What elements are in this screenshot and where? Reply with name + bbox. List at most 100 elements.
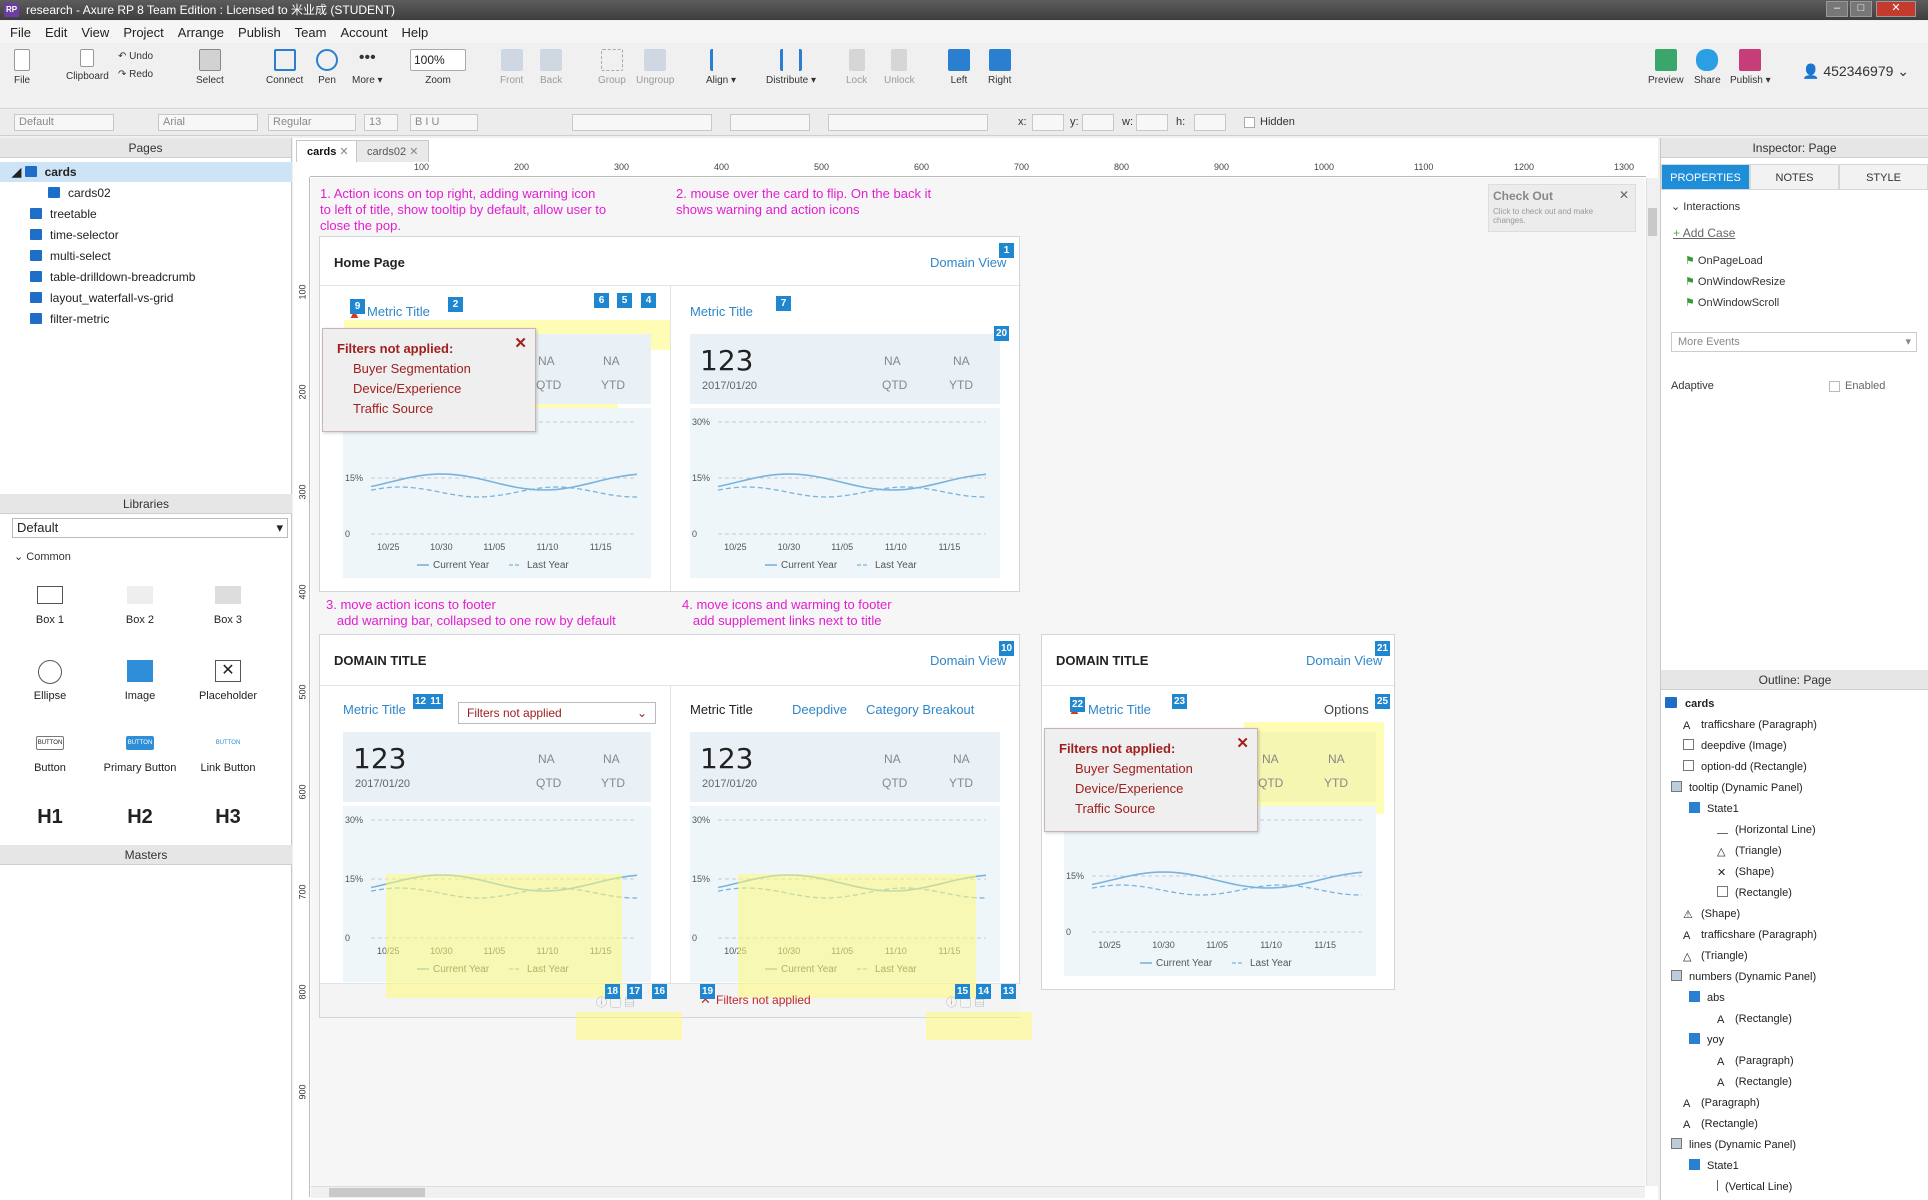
canvas-horizontal-scrollbar[interactable]: [311, 1186, 1645, 1198]
pen-tool[interactable]: Pen: [316, 49, 338, 86]
minimize-button[interactable]: –: [1826, 1, 1848, 17]
tab-properties[interactable]: PROPERTIES: [1661, 164, 1750, 190]
user-account[interactable]: 👤 452346979 ⌄: [1802, 63, 1909, 80]
x-input[interactable]: [1032, 114, 1064, 131]
close-icon[interactable]: ✕: [339, 146, 348, 158]
annotation-badge[interactable]: 23: [1172, 694, 1187, 709]
widget-primary-button[interactable]: BUTTON Primary Button: [100, 736, 180, 774]
align-button[interactable]: Align ▾: [706, 49, 736, 86]
line-style-select[interactable]: [828, 114, 988, 131]
close-window-button[interactable]: ✕: [1876, 1, 1916, 17]
unlock-button[interactable]: Unlock: [884, 49, 915, 86]
text-style-buttons[interactable]: B I U: [410, 114, 478, 131]
front-button[interactable]: Front: [500, 49, 523, 86]
h-input[interactable]: [1194, 114, 1226, 131]
annotation-badge[interactable]: 6: [594, 293, 609, 308]
page-multi-select[interactable]: multi-select: [30, 247, 111, 265]
annotation-badge[interactable]: 2: [448, 297, 463, 312]
ungroup-button[interactable]: Ungroup: [636, 49, 674, 86]
preview-button[interactable]: Preview: [1648, 49, 1684, 86]
outline-item[interactable]: lines (Dynamic Panel): [1671, 1135, 1796, 1155]
more-button[interactable]: ••• More ▾: [352, 49, 383, 86]
annotation-badge[interactable]: 1: [999, 243, 1014, 258]
annotation-badge[interactable]: 12: [413, 694, 428, 709]
scroll-thumb[interactable]: [329, 1188, 425, 1197]
zoom-input[interactable]: 100%: [410, 49, 466, 71]
menu-team[interactable]: Team: [295, 25, 327, 40]
canvas-vertical-scrollbar[interactable]: [1646, 178, 1658, 1186]
menu-edit[interactable]: Edit: [45, 25, 67, 40]
outline-item[interactable]: option-dd (Rectangle): [1683, 757, 1807, 777]
annotation-badge[interactable]: 5: [617, 293, 632, 308]
options-link[interactable]: Options: [1324, 702, 1369, 717]
widget-box1[interactable]: Box 1: [10, 586, 90, 626]
outline-item[interactable]: (Vertical Line): [1717, 1177, 1792, 1197]
page-table-drilldown-breadcrumb[interactable]: table-drilldown-breadcrumb: [30, 268, 195, 286]
widget-link-button[interactable]: BUTTON Link Button: [188, 736, 268, 774]
close-icon[interactable]: ✕: [1619, 188, 1629, 202]
tab-notes[interactable]: NOTES: [1750, 164, 1839, 190]
page-cards[interactable]: ◢ cards: [12, 163, 77, 181]
metric-title[interactable]: Metric Title: [343, 702, 406, 717]
adaptive-enabled-checkbox[interactable]: [1829, 381, 1840, 392]
left-pane-button[interactable]: Left: [948, 49, 970, 86]
clipboard-button[interactable]: Clipboard: [66, 49, 109, 82]
maximize-button[interactable]: □: [1850, 1, 1872, 17]
outline-item[interactable]: yoy: [1689, 1030, 1724, 1050]
annotation-badge[interactable]: 22: [1070, 697, 1085, 712]
outline-item[interactable]: △ (Triangle): [1717, 841, 1782, 861]
menu-publish[interactable]: Publish: [238, 25, 281, 40]
outline-item[interactable]: Atrafficshare (Paragraph): [1683, 925, 1817, 945]
page-layout-waterfall-vs-grid[interactable]: layout_waterfall-vs-grid: [30, 289, 173, 307]
widget-box2[interactable]: Box 2: [100, 586, 180, 626]
font-select[interactable]: Arial: [158, 114, 258, 131]
outline-item[interactable]: numbers (Dynamic Panel): [1671, 967, 1816, 987]
outline-item[interactable]: State1: [1689, 799, 1739, 819]
zoom-control[interactable]: 100% Zoom: [410, 49, 466, 86]
widget-button[interactable]: BUTTON Button: [10, 736, 90, 774]
tab-cards[interactable]: cards ✕: [296, 140, 360, 162]
menu-arrange[interactable]: Arrange: [178, 25, 224, 40]
annotation-badge[interactable]: 7: [776, 296, 791, 311]
outline-item[interactable]: ✕ (Shape): [1717, 862, 1774, 882]
w-input[interactable]: [1136, 114, 1168, 131]
interactions-section[interactable]: ⌄ Interactions: [1671, 200, 1740, 213]
library-group[interactable]: ⌄ Common: [14, 550, 71, 563]
annotation-badge[interactable]: 17: [627, 984, 642, 999]
widget-placeholder[interactable]: ✕ Placeholder: [188, 660, 268, 702]
fill-color-select[interactable]: [730, 114, 810, 131]
undo-button[interactable]: ↶ Undo: [118, 51, 153, 62]
category-breakout-link[interactable]: Category Breakout: [866, 702, 974, 717]
style-select[interactable]: Default: [14, 114, 114, 131]
outline-item[interactable]: deepdive (Image): [1683, 736, 1787, 756]
menu-view[interactable]: View: [81, 25, 109, 40]
annotation-badge[interactable]: 18: [605, 984, 620, 999]
back-button[interactable]: Back: [540, 49, 562, 86]
lock-button[interactable]: Lock: [846, 49, 867, 86]
file-button[interactable]: File: [14, 49, 30, 86]
annotation-badge[interactable]: 11: [428, 694, 443, 709]
tab-style[interactable]: STYLE: [1839, 164, 1928, 190]
publish-button[interactable]: Publish ▾: [1730, 49, 1771, 86]
menu-help[interactable]: Help: [401, 25, 428, 40]
annotation-badge[interactable]: 25: [1375, 694, 1390, 709]
event-onwindowresize[interactable]: ⚑ OnWindowResize: [1685, 275, 1785, 288]
select-tool[interactable]: Select: [196, 49, 224, 86]
widget-ellipse[interactable]: Ellipse: [10, 660, 90, 702]
annotation-badge[interactable]: 21: [1375, 641, 1390, 656]
close-icon[interactable]: ✕: [409, 146, 418, 158]
domain-view-link[interactable]: Domain View: [1306, 653, 1382, 668]
outline-item[interactable]: △ (Triangle): [1683, 946, 1748, 966]
metric-title[interactable]: Metric Title: [367, 304, 430, 319]
outline-item[interactable]: A (Rectangle): [1717, 1072, 1792, 1092]
y-input[interactable]: [1082, 114, 1114, 131]
annotation-badge[interactable]: 10: [999, 641, 1014, 656]
close-icon[interactable]: ✕: [1236, 734, 1249, 752]
add-case-link[interactable]: + Add Case: [1673, 226, 1735, 240]
right-pane-button[interactable]: Right: [988, 49, 1011, 86]
menu-project[interactable]: Project: [123, 25, 163, 40]
annotation-badge[interactable]: 15: [955, 984, 970, 999]
hidden-checkbox[interactable]: [1244, 117, 1255, 128]
tab-cards02[interactable]: cards02 ✕: [356, 140, 430, 162]
outline-item[interactable]: (Horizontal Line): [1717, 820, 1816, 840]
